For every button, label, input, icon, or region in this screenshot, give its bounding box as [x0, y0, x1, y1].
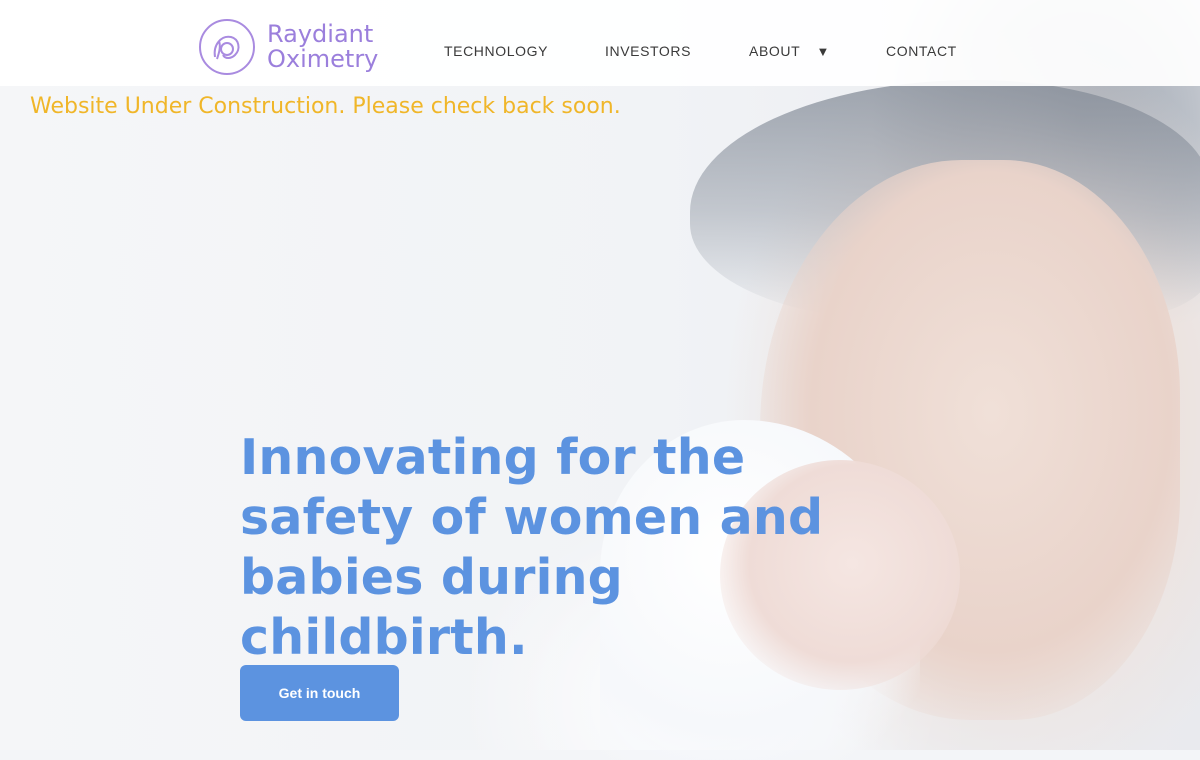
hero-headline: Innovating for the safety of women and b… — [240, 429, 824, 666]
nav-about-label: ABOUT — [749, 43, 800, 59]
logo-line-1: Raydiant — [267, 20, 374, 48]
logo-line-2: Oximetry — [267, 45, 379, 73]
logo-wordmark: Raydiant Oximetry — [267, 22, 378, 72]
nav-investors[interactable]: INVESTORS — [605, 43, 691, 59]
nav-contact[interactable]: CONTACT — [886, 43, 957, 59]
nav-technology-label: TECHNOLOGY — [444, 43, 549, 59]
nav-technology[interactable]: TECHNOLOGY — [444, 43, 548, 59]
caret-down-icon[interactable]: ▼ — [816, 44, 829, 59]
nav-about[interactable]: ABOUT ▼ — [749, 43, 830, 59]
site-header: Raydiant Oximetry TECHNOLOGY INVESTORS A… — [0, 0, 1200, 86]
get-in-touch-button[interactable]: Get in touch — [240, 665, 399, 721]
logo[interactable]: Raydiant Oximetry — [199, 19, 378, 75]
nav-investors-label: INVESTORS — [605, 43, 692, 59]
nav-contact-label: CONTACT — [886, 43, 957, 59]
construction-notice: Website Under Construction. Please check… — [30, 94, 621, 119]
logo-mother-baby-icon — [199, 19, 255, 75]
